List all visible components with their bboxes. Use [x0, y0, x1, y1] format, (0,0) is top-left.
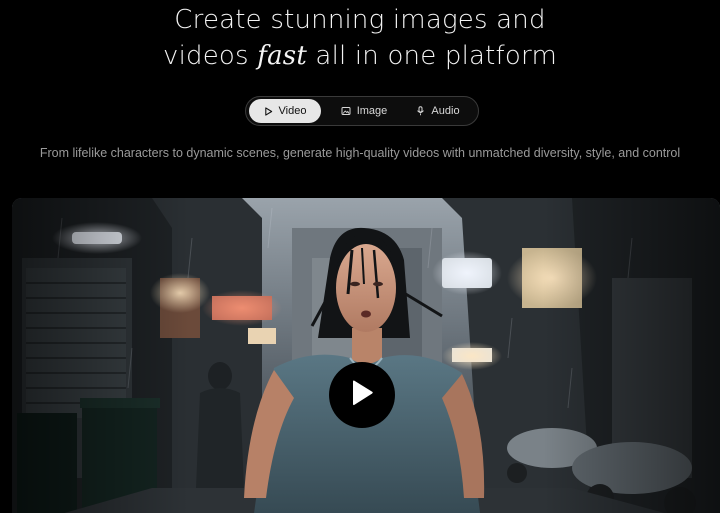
microphone-icon [416, 106, 425, 116]
tab-video-label: Video [278, 105, 307, 117]
tab-video[interactable]: Video [249, 99, 321, 123]
play-button[interactable] [329, 362, 395, 428]
video-preview[interactable] [12, 198, 720, 513]
hero-description: From lifelike characters to dynamic scen… [39, 146, 681, 160]
hero-line-2-start: videos [163, 41, 258, 71]
hero-headline: Create stunning images and videos fast a… [0, 2, 720, 74]
tab-image[interactable]: Image [325, 99, 403, 123]
hero-line-2: videos fast all in one platform [0, 38, 720, 74]
video-thumbnail [12, 198, 720, 513]
tab-audio-label: Audio [431, 105, 460, 117]
play-icon [350, 380, 374, 411]
tab-image-label: Image [356, 105, 388, 117]
tab-audio[interactable]: Audio [405, 99, 471, 123]
media-type-tabs: Video Image Audio [245, 96, 479, 126]
hero-accent-word: fast [257, 41, 307, 71]
play-outline-icon [264, 106, 273, 116]
hero-line-2-end: all in one platform [306, 41, 557, 71]
image-icon [341, 106, 351, 116]
hero-line-1: Create stunning images and [174, 5, 546, 35]
